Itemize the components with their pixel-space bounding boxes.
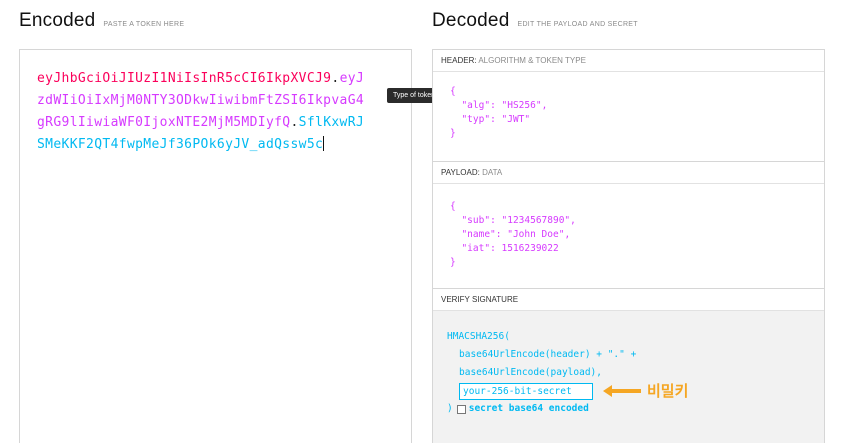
secret-key-annotation-text: 비밀키 [647,382,689,400]
text-caret [323,136,325,151]
brace-open: { [450,86,456,97]
verify-section-title: VERIFY SIGNATURE [433,289,824,311]
decoded-subtitle: EDIT THE PAYLOAD AND SECRET [517,21,638,28]
json-key: "alg" [461,100,491,111]
base64-checkbox-label[interactable]: secret base64 encoded [469,400,589,418]
payload-section: PAYLOAD: DATA { "sub": "1234567890", "na… [433,161,824,288]
header-section-title: HEADER: ALGORITHM & TOKEN TYPE [433,50,824,72]
decoded-title: Decoded [432,10,510,31]
encoded-subtitle: PASTE A TOKEN HERE [103,21,185,28]
arrow-left-icon [603,385,641,397]
json-value: "JWT" [501,114,531,125]
payload-json-editor[interactable]: { "sub": "1234567890", "name": "John Doe… [433,184,824,270]
header-section: HEADER: ALGORITHM & TOKEN TYPE { "alg": … [433,50,824,161]
token-header-part: eyJhbGciOiJIUzI1NiIsInR5cCI6IkpXVCJ9 [37,71,332,86]
json-key: "iat" [461,243,491,254]
hmac-close-paren: ) [447,403,453,414]
encoded-heading: Encoded PASTE A TOKEN HERE [19,10,184,32]
token-dot: . [331,71,340,86]
json-key: "sub" [461,215,491,226]
header-label: HEADER: [441,56,477,65]
verify-body: HMACSHA256( base64UrlEncode(header) + ".… [433,311,824,443]
hmac-line-payload: base64UrlEncode(payload), [459,367,602,378]
header-json-editor[interactable]: { "alg": "HS256", "typ": "JWT" } [433,72,824,141]
brace-close: } [450,128,456,139]
verify-label: VERIFY SIGNATURE [441,295,519,304]
encoded-title: Encoded [19,10,96,31]
decoded-heading: Decoded EDIT THE PAYLOAD AND SECRET [432,10,638,32]
brace-close: } [450,257,456,268]
token-text[interactable]: eyJhbGciOiJIUzI1NiIsInR5cCI6IkpXVCJ9.eyJ… [37,68,367,156]
json-value: "1234567890" [501,215,571,226]
brace-open: { [450,201,456,212]
hmac-fn: HMACSHA256( [447,331,510,342]
json-value: "John Doe" [507,229,565,240]
secret-annotation: 비밀키 [603,382,688,400]
base64-checkbox[interactable] [456,404,466,414]
decoded-panel: HEADER: ALGORITHM & TOKEN TYPE { "alg": … [432,49,825,443]
secret-row: 비밀키 [447,382,824,400]
token-dot: . [290,115,299,130]
json-key: "typ" [461,114,491,125]
verify-signature-section: VERIFY SIGNATURE HMACSHA256( base64UrlEn… [433,288,824,443]
hmac-close-row: ) secret base64 encoded [447,400,824,418]
encoded-token-editor[interactable]: eyJhbGciOiJIUzI1NiIsInR5cCI6IkpXVCJ9.eyJ… [19,49,412,443]
json-value: "HS256" [501,100,542,111]
payload-section-title: PAYLOAD: DATA [433,162,824,184]
header-sublabel: ALGORITHM & TOKEN TYPE [478,56,586,65]
payload-sublabel: DATA [482,168,503,177]
hmac-line-header: base64UrlEncode(header) + "." + [459,349,637,360]
payload-label: PAYLOAD: [441,168,480,177]
secret-input[interactable] [459,382,593,400]
json-value: 1516239022 [501,243,559,254]
json-key: "name" [461,229,496,240]
